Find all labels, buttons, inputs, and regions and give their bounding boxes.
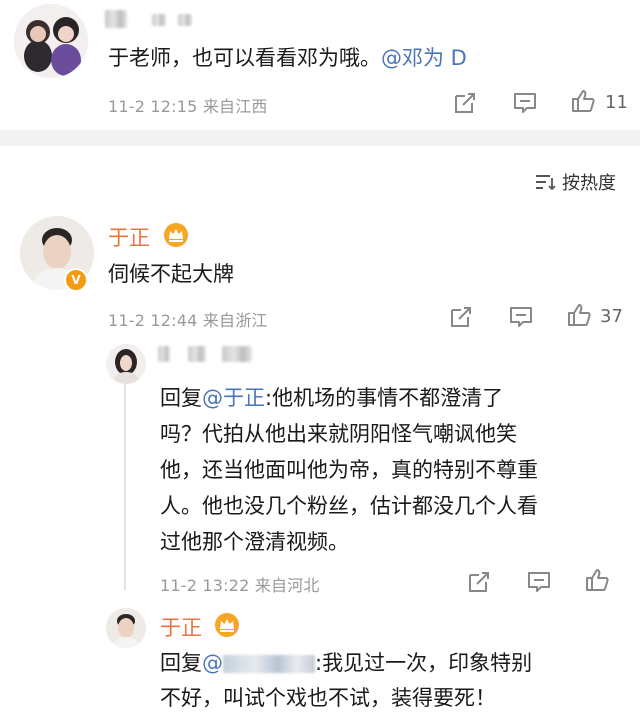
reply-2-mention[interactable]: @ xyxy=(202,651,223,675)
blurred-username-2 xyxy=(188,346,206,362)
section-divider xyxy=(0,130,640,146)
reply-1-prefix: 回复 xyxy=(160,386,202,410)
reply-2-text: 回复@ :我见过一次，印象特别 不好，叫试个戏也不试，装得要死！ xyxy=(160,646,532,716)
share-icon[interactable] xyxy=(452,90,478,116)
comment-icon[interactable] xyxy=(508,304,534,330)
reply-1-line-1: :他机场的事情不都澄清了 xyxy=(265,386,504,410)
main-comment-timestamp: 11-2 12:44 xyxy=(108,311,198,330)
main-comment-text: 伺候不起大牌 xyxy=(108,262,234,286)
main-comment-location: 来自浙江 xyxy=(202,311,268,330)
reply-1-line-4: 人。他也没几个粉丝，估计都没几个人看 xyxy=(160,494,538,518)
reply-1-line: 回复@于正:他机场的事情不都澄清了 xyxy=(160,380,538,416)
reply-1-text: 回复@于正:他机场的事情不都澄清了 吗？代拍从他出来就阴阳怪气嘲讽他笑 他，还当… xyxy=(160,380,538,560)
reply-1-line-5: 过他那个澄清视频。 xyxy=(160,530,349,554)
avatar-top-commenter[interactable] xyxy=(14,4,88,78)
reply-2-line-1: :我见过一次，印象特别 xyxy=(315,651,533,675)
blurred-username xyxy=(105,10,127,28)
reply-1-line-3: 他，还当他面叫他为帝，真的特别不尊重 xyxy=(160,458,538,482)
blurred-username-3 xyxy=(222,346,252,362)
top-comment-mention[interactable]: @邓为 D xyxy=(381,46,467,70)
top-comment-like-count: 11 xyxy=(605,92,628,113)
comment-icon[interactable] xyxy=(526,569,552,595)
avatar-yu-zheng-reply[interactable] xyxy=(106,608,146,648)
comment-icon[interactable] xyxy=(512,90,538,116)
avatar-image xyxy=(106,608,146,648)
verified-badge: V xyxy=(64,268,88,292)
top-comment-text: 于老师，也可以看看邓为哦。@邓为 D xyxy=(108,41,467,75)
blurred-username-2 xyxy=(152,14,166,26)
sort-label: 按热度 xyxy=(562,173,616,194)
main-comment-author[interactable]: 于正 xyxy=(108,222,150,252)
share-icon[interactable] xyxy=(466,569,492,595)
like-icon[interactable] xyxy=(570,88,596,114)
top-comment-timestamp: 11-2 12:15 xyxy=(108,97,198,116)
reply-2-prefix: 回复 xyxy=(160,651,202,675)
sort-toggle[interactable]: 按热度 xyxy=(534,170,616,194)
reply-1-line-2: 吗？代拍从他出来就阴阳怪气嘲讽他笑 xyxy=(160,422,517,446)
top-comment-meta: 11-2 12:15 来自江西 xyxy=(108,93,268,117)
crown-icon xyxy=(163,222,189,248)
reply-2-line: 回复@ :我见过一次，印象特别 xyxy=(160,646,532,681)
crown-icon xyxy=(214,612,240,638)
reply-2-line-2: 不好，叫试个戏也不试，装得要死！ xyxy=(160,686,496,710)
main-comment-meta: 11-2 12:44 来自浙江 xyxy=(108,307,268,331)
sort-icon xyxy=(536,175,556,191)
avatar-reply-1[interactable] xyxy=(106,344,146,384)
like-icon[interactable] xyxy=(566,302,592,328)
reply-2-author[interactable]: 于正 xyxy=(160,612,202,642)
main-comment-like-count: 37 xyxy=(600,306,623,327)
reply-1-meta: 11-2 13:22 来自河北 xyxy=(160,572,320,596)
like-icon[interactable] xyxy=(584,567,610,593)
reply-1-timestamp: 11-2 13:22 xyxy=(160,576,250,595)
blurred-username xyxy=(158,346,170,362)
share-icon[interactable] xyxy=(448,304,474,330)
reply-1-location: 来自河北 xyxy=(254,576,320,595)
redacted-mention xyxy=(223,655,315,673)
blurred-username-3 xyxy=(178,14,192,26)
reply-thread-line xyxy=(124,380,126,590)
top-comment-body: 于老师，也可以看看邓为哦。 xyxy=(108,46,381,70)
top-comment-location: 来自江西 xyxy=(202,97,268,116)
reply-1-mention[interactable]: @于正 xyxy=(202,386,265,410)
avatar-image xyxy=(106,344,146,384)
avatar-image xyxy=(14,4,88,78)
